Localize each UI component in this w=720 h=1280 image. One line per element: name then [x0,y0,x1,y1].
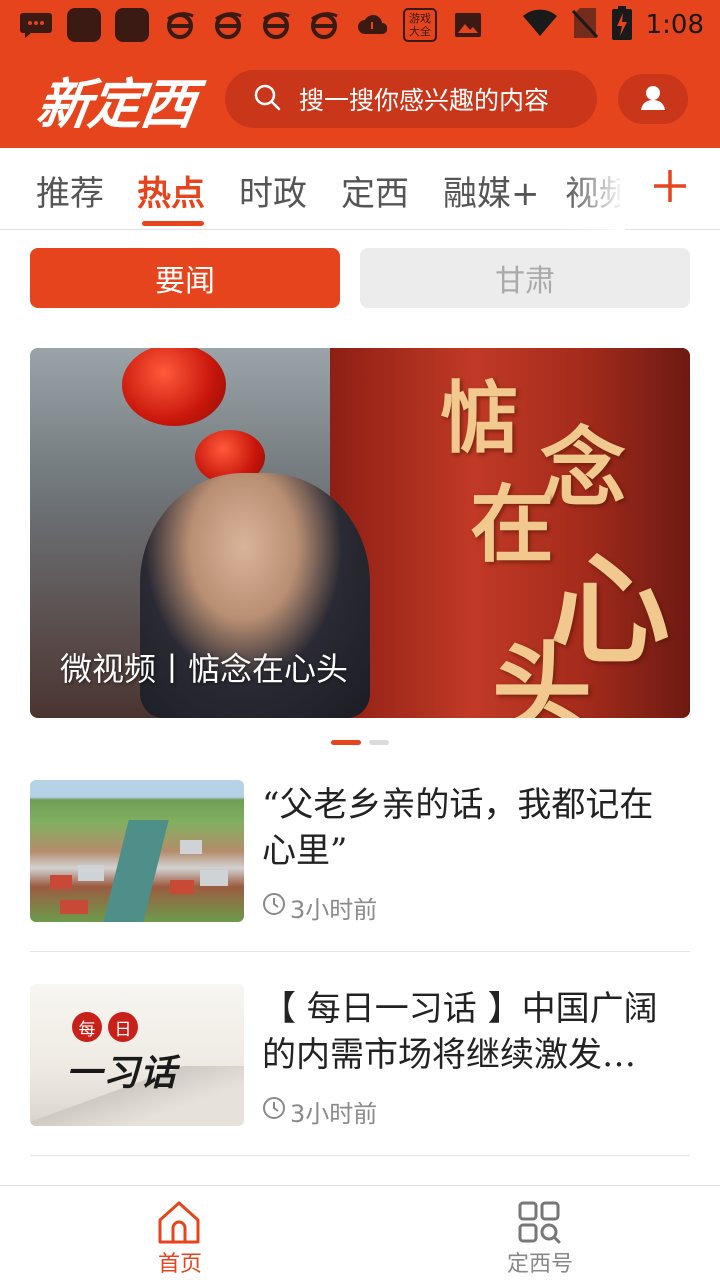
thumb-roof [170,880,194,894]
thumb-roof [50,875,72,889]
clock-icon [262,892,286,922]
browser-icon [258,7,294,43]
news-item[interactable]: “父老乡亲的话，我都记在心里” 3小时前 [30,780,690,952]
carousel-dot [369,740,389,745]
browser-icon [210,7,246,43]
thumb-seal: 日 [108,1012,138,1042]
no-sim-icon [571,7,598,43]
banner-calligraphy: 惦 [440,373,519,464]
plus-icon[interactable] [650,166,690,206]
message-icon [18,7,54,43]
nav-home-label: 首页 [157,1252,202,1277]
news-time: 3小时前 [290,895,378,924]
tab-dingxi[interactable]: 定西 [341,166,409,215]
tab-recommend[interactable]: 推荐 [36,166,104,215]
grid-search-icon [515,1198,563,1246]
clock-icon [262,1096,286,1126]
system-icons: 1:08 [522,6,704,44]
home-icon [155,1198,203,1246]
news-meta: 3小时前 [262,892,378,924]
news-time: 3小时前 [290,1099,378,1128]
thumb-roof [200,870,228,886]
search-icon [253,83,281,115]
game-center-icon: 游戏大全 [402,7,438,43]
nav-home[interactable]: 首页 [0,1186,360,1280]
thumb-river [101,820,169,922]
search-placeholder: 搜一搜你感兴趣的内容 [299,86,550,115]
news-thumbnail: 每 日 一习话 [30,984,244,1126]
app-logo: 新定西 [32,71,198,136]
banner-carousel[interactable]: 惦 念 在 心 头 微视频丨惦念在心头 [30,348,690,718]
tab-politics[interactable]: 时政 [239,166,307,215]
clock: 1:08 [645,10,704,40]
tab-hot[interactable]: 热点 [137,166,205,215]
news-meta: 3小时前 [262,1096,378,1128]
thumb-roof [180,840,202,854]
cloud-icon [354,7,390,43]
news-title: “父老乡亲的话，我都记在心里” [262,785,654,871]
carousel-indicator [331,740,389,745]
status-bar: 游戏大全 1:08 [0,0,720,50]
tab-media[interactable]: 融媒+ [443,166,540,215]
user-profile-button[interactable] [618,74,688,124]
thumb-seal: 每 [72,1012,102,1042]
thumb-roof [78,865,104,881]
browser-icon [306,7,342,43]
browser-icon [162,7,198,43]
bottom-navigation: 首页 定西号 [0,1185,720,1280]
app-icon [114,7,150,43]
subtab-gansu[interactable]: 甘肃 [360,248,690,308]
daily-xi-quote-image: 每 日 一习话 [30,984,244,1126]
battery-charging-icon [611,6,632,44]
carousel-dot-active [331,740,361,745]
banner-caption: 微视频丨惦念在心头 [60,650,349,688]
user-avatar-icon [639,83,667,115]
channel-tabs-scroll: 推荐 热点 时政 定西 融媒+ 视频 [20,148,620,230]
banner-calligraphy: 头 [492,630,592,718]
nav-dingxi-hao-label: 定西号 [506,1252,573,1277]
news-thumbnail [30,780,244,922]
village-aerial-image [30,780,244,922]
channel-tabs: 推荐 热点 时政 定西 融媒+ 视频 [0,148,720,230]
news-title: 【 每日一习话 】中国广阔的内需市场将继续激发… [262,989,658,1075]
image-icon [450,7,486,43]
tabs-fade [565,148,625,230]
thumb-brush-text: 一习话 [66,1052,178,1094]
active-tab-indicator [142,221,204,226]
app-header: 新定西 搜一搜你感兴趣的内容 [0,50,720,148]
search-bar[interactable]: 搜一搜你感兴趣的内容 [225,70,597,128]
news-item[interactable]: 每 日 一习话 【 每日一习话 】中国广阔的内需市场将继续激发… 3小时前 [30,984,690,1156]
subtab-headlines[interactable]: 要闻 [30,248,340,308]
wifi-icon [522,8,558,42]
banner-calligraphy: 在 [470,475,555,574]
nav-dingxi-hao[interactable]: 定西号 [360,1186,720,1280]
notification-icons: 游戏大全 [18,7,486,43]
game-center-label: 游戏大全 [409,12,431,38]
thumb-roof [60,900,88,914]
app-icon [66,7,102,43]
